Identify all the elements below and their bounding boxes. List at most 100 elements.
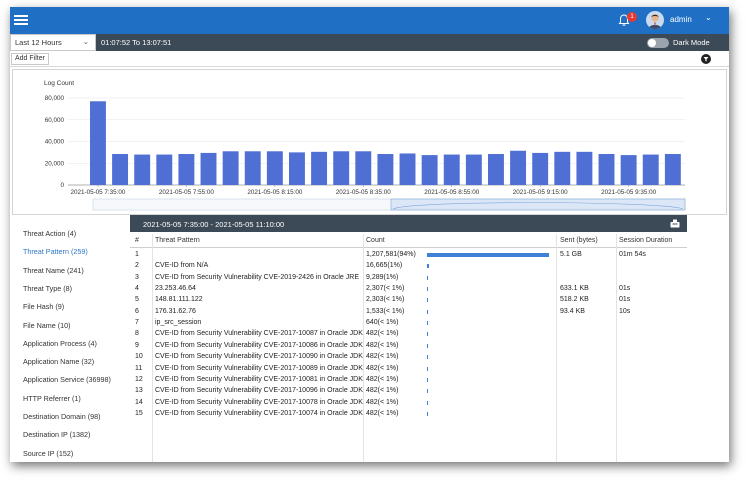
threat-pattern-cell: CVE-ID from Security Vulnerability CVE-2… (155, 398, 363, 406)
chart-bar[interactable] (112, 154, 129, 185)
table-row[interactable]: 6 176.31.62.76 1,533(< 1%) 93.4 KB 10s (130, 307, 687, 318)
chart-bar[interactable] (244, 151, 261, 185)
table-row[interactable]: 3 CVE-ID from Security Vulnerability CVE-… (130, 273, 687, 284)
count-cell: 482(< 1%) (366, 330, 399, 338)
sidebar-item[interactable]: Threat Action (4) (23, 229, 76, 238)
chart-bar[interactable] (510, 150, 527, 185)
count-cell: 482(< 1%) (366, 364, 399, 372)
threat-pattern-cell: CVE-ID from Security Vulnerability CVE-2… (155, 353, 363, 361)
threat-pattern-cell: 148.81.111.122 (155, 296, 203, 304)
count-share-bar (427, 298, 428, 303)
table-row[interactable]: 15 CVE-ID from Security Vulnerability CVE… (130, 409, 687, 420)
table-row[interactable]: 4 23.253.46.64 2,307(< 1%) 633.1 KB 01s (130, 284, 687, 295)
log-count-bar-chart[interactable]: Log Count 80,000 60,000 40,000 20,000 0 2021-0… (13, 70, 728, 216)
chart-bar[interactable] (642, 154, 659, 185)
sidebar-item[interactable]: Threat Pattern (259) (23, 247, 88, 256)
table-row[interactable]: 1 1,207,581(94%) 5.1 GB 01m 54s (130, 250, 687, 261)
sidebar-item[interactable]: File Name (10) (23, 321, 71, 330)
sidebar-item[interactable]: Source IP (152) (23, 449, 73, 458)
column-header[interactable]: Sent (bytes) (560, 237, 598, 244)
column-header[interactable]: # (135, 237, 139, 244)
table-row[interactable]: 2 CVE-ID from N/A 16,665(1%) (130, 261, 687, 272)
row-number: 13 (135, 387, 143, 395)
chart-bar[interactable] (200, 152, 217, 185)
chart-bar[interactable] (355, 151, 372, 185)
count-share-bar (427, 343, 428, 348)
row-number: 9 (135, 341, 139, 349)
table-row[interactable]: 9 CVE-ID from Security Vulnerability CVE-… (130, 341, 687, 352)
threat-pattern-cell: 23.253.46.64 (155, 285, 196, 293)
avatar[interactable] (646, 11, 664, 29)
sidebar-item[interactable]: Threat Name (241) (23, 266, 84, 275)
time-range-select[interactable]: Last 12 Hours ⌄ (10, 34, 96, 51)
sidebar-item[interactable]: Destination Domain (98) (23, 412, 101, 421)
chart-bar[interactable] (465, 154, 482, 185)
y-tick-label: 40,000 (45, 139, 65, 146)
sidebar-item[interactable]: Application Name (32) (23, 357, 94, 366)
add-filter-button[interactable]: Add Filter (11, 53, 49, 65)
threat-pattern-cell: CVE-ID from Security Vulnerability CVE-2… (155, 330, 363, 338)
threat-pattern-cell: CVE-ID from Security Vulnerability CVE-2… (155, 375, 363, 383)
table-row[interactable]: 5 148.81.111.122 2,303(< 1%) 518.2 KB 01s (130, 295, 687, 306)
hamburger-icon[interactable] (14, 13, 28, 27)
count-share-bar (427, 355, 428, 360)
table-row[interactable]: 8 CVE-ID from Security Vulnerability CVE-… (130, 329, 687, 340)
table-row[interactable]: 11 CVE-ID from Security Vulnerability CVE… (130, 364, 687, 375)
chart-bar[interactable] (532, 152, 549, 185)
chart-bar[interactable] (488, 154, 504, 185)
notification-badge[interactable]: 1 (627, 12, 637, 22)
chart-bar[interactable] (156, 154, 173, 185)
sidebar-item[interactable]: Application Process (4) (23, 339, 97, 348)
row-number: 5 (135, 296, 139, 304)
sent-bytes-cell: 5.1 GB (560, 251, 582, 258)
sidebar-item[interactable]: Destination IP (1382) (23, 430, 90, 439)
x-tick-label: 2021-05-05 8:55:00 (424, 189, 479, 196)
funnel-icon[interactable] (701, 54, 711, 64)
table-row[interactable]: 7 ip_src_session 640(< 1%) (130, 318, 687, 329)
export-icon[interactable] (670, 219, 680, 228)
chart-bar[interactable] (134, 154, 151, 185)
chevron-down-icon[interactable]: ⌄ (705, 13, 712, 22)
column-divider (363, 234, 364, 462)
row-number: 15 (135, 409, 143, 417)
count-cell: 482(< 1%) (366, 387, 399, 395)
chart-bar[interactable] (421, 155, 438, 185)
table-row[interactable]: 10 CVE-ID from Security Vulnerability CVE… (130, 352, 687, 363)
chart-bar[interactable] (576, 151, 593, 185)
chart-bar[interactable] (289, 152, 305, 185)
chart-bar[interactable] (90, 101, 106, 185)
time-range-bar: Last 12 Hours ⌄ 01:07:52 To 13:07:51 Dar… (10, 34, 729, 51)
chart-bar[interactable] (222, 151, 239, 185)
chart-bar[interactable] (266, 151, 283, 185)
column-header[interactable]: Session Duration (619, 237, 672, 244)
user-name[interactable]: admin (670, 15, 692, 24)
column-header[interactable]: Threat Pattern (155, 237, 200, 244)
chart-bar[interactable] (333, 151, 350, 185)
count-share-bar (427, 389, 428, 394)
sidebar-item[interactable]: File Hash (9) (23, 302, 64, 311)
chart-bar[interactable] (377, 154, 394, 185)
session-duration-cell: 01s (619, 296, 631, 304)
table-row[interactable]: 14 CVE-ID from Security Vulnerability CVE… (130, 398, 687, 409)
chart-bar[interactable] (178, 154, 195, 185)
threat-pattern-table: 2021-05-05 7:35:00 - 2021-05-05 11:10:00… (130, 215, 687, 462)
chart-bar[interactable] (399, 153, 416, 185)
chart-bar[interactable] (620, 155, 637, 185)
column-header[interactable]: Count (366, 237, 385, 244)
chart-bar[interactable] (443, 154, 460, 185)
chart-bar[interactable] (664, 154, 681, 185)
row-number: 11 (135, 364, 143, 372)
chart-bar[interactable] (598, 154, 615, 185)
chart-bar[interactable] (554, 151, 571, 185)
dark-mode-toggle[interactable] (647, 38, 669, 48)
sidebar-item[interactable]: Threat Type (8) (23, 284, 72, 293)
sidebar-item[interactable]: HTTP Referrer (1) (23, 394, 81, 403)
table-row[interactable]: 12 CVE-ID from Security Vulnerability CVE… (130, 375, 687, 386)
row-number: 8 (135, 330, 139, 338)
chart-bar[interactable] (311, 151, 328, 185)
table-row[interactable]: 13 CVE-ID from Security Vulnerability CVE… (130, 386, 687, 397)
x-tick-label: 2021-05-05 7:35:00 (70, 189, 125, 196)
top-navigation-bar: 1 admin ⌄ (10, 7, 729, 34)
sent-bytes-cell: 518.2 KB (560, 296, 589, 304)
sidebar-item[interactable]: Application Service (36998) (23, 375, 111, 384)
